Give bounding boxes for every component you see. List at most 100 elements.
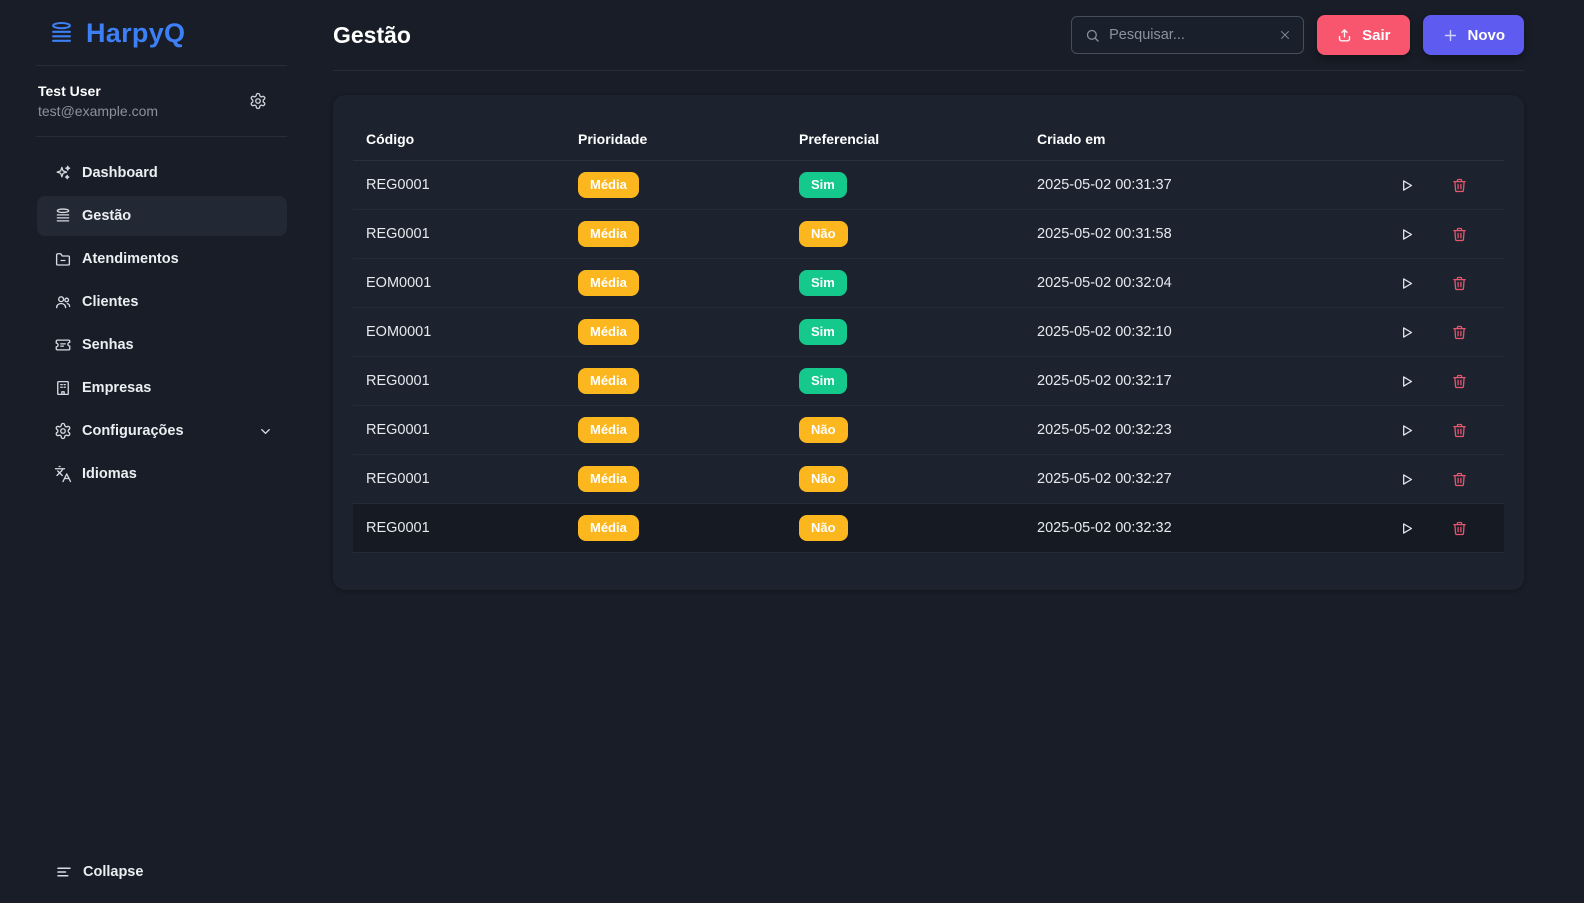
codigo-cell: REG0001: [353, 177, 565, 193]
play-icon: [1398, 275, 1415, 292]
users-icon: [54, 293, 72, 311]
preferencial-cell: Não: [786, 417, 1024, 443]
play-button[interactable]: [1398, 324, 1415, 341]
delete-button[interactable]: [1451, 471, 1468, 488]
table-row[interactable]: REG0001 Média Não 2025-05-02 00:32:32: [353, 504, 1504, 553]
column-header-criado-em: Criado em: [1024, 131, 1392, 147]
sidebar-item-dashboard[interactable]: Dashboard: [37, 153, 287, 193]
prioridade-cell: Média: [565, 417, 786, 443]
play-icon: [1398, 226, 1415, 243]
delete-button[interactable]: [1451, 520, 1468, 537]
user-section: Test User test@example.com: [0, 66, 287, 136]
sidebar-nav: Dashboard Gestão Atendimentos Clientes S…: [0, 137, 287, 863]
play-icon: [1398, 324, 1415, 341]
sidebar-item-label: Dashboard: [82, 165, 158, 181]
preferencial-cell: Sim: [786, 172, 1024, 198]
table-row[interactable]: REG0001 Média Não 2025-05-02 00:31:58: [353, 210, 1504, 259]
page-title: Gestão: [333, 22, 411, 49]
user-name: Test User: [38, 83, 158, 99]
delete-button[interactable]: [1451, 275, 1468, 292]
preferencial-cell: Sim: [786, 319, 1024, 345]
user-settings-button[interactable]: [249, 92, 267, 110]
new-label: Novo: [1468, 27, 1506, 44]
criado-em-cell: 2025-05-02 00:32:23: [1024, 422, 1392, 438]
prioridade-cell: Média: [565, 368, 786, 394]
column-header-codigo: Código: [353, 131, 565, 147]
row-actions: [1392, 226, 1504, 243]
play-button[interactable]: [1398, 177, 1415, 194]
sidebar-item-senhas[interactable]: Senhas: [37, 325, 287, 365]
search-clear-button[interactable]: [1278, 28, 1292, 42]
logout-upload-icon: [1336, 27, 1353, 44]
trash-icon: [1451, 373, 1468, 390]
delete-button[interactable]: [1451, 373, 1468, 390]
sidebar-item-empresas[interactable]: Empresas: [37, 368, 287, 408]
prioridade-cell: Média: [565, 466, 786, 492]
play-button[interactable]: [1398, 471, 1415, 488]
codigo-cell: REG0001: [353, 471, 565, 487]
table-row[interactable]: REG0001 Média Sim 2025-05-02 00:31:37: [353, 161, 1504, 210]
delete-button[interactable]: [1451, 226, 1468, 243]
row-actions: [1392, 177, 1504, 194]
codigo-cell: EOM0001: [353, 324, 565, 340]
table-row[interactable]: REG0001 Média Sim 2025-05-02 00:32:17: [353, 357, 1504, 406]
sidebar-item-configuracoes[interactable]: Configurações: [37, 411, 287, 451]
sidebar-item-clientes[interactable]: Clientes: [37, 282, 287, 322]
sidebar-item-label: Atendimentos: [82, 251, 179, 267]
preferencial-badge: Sim: [799, 368, 847, 394]
prioridade-badge: Média: [578, 319, 639, 345]
trash-icon: [1451, 324, 1468, 341]
trash-icon: [1451, 226, 1468, 243]
prioridade-badge: Média: [578, 368, 639, 394]
sidebar-item-label: Idiomas: [82, 466, 137, 482]
play-button[interactable]: [1398, 226, 1415, 243]
sparkles-icon: [54, 164, 72, 182]
collapse-button[interactable]: Collapse: [0, 863, 287, 903]
sidebar-item-atendimentos[interactable]: Atendimentos: [37, 239, 287, 279]
preferencial-badge: Sim: [799, 270, 847, 296]
table-row[interactable]: EOM0001 Média Sim 2025-05-02 00:32:04: [353, 259, 1504, 308]
table-row[interactable]: REG0001 Média Não 2025-05-02 00:32:23: [353, 406, 1504, 455]
preferencial-badge: Sim: [799, 319, 847, 345]
logout-button[interactable]: Sair: [1317, 15, 1409, 55]
trash-icon: [1451, 422, 1468, 439]
play-button[interactable]: [1398, 373, 1415, 390]
table-row[interactable]: EOM0001 Média Sim 2025-05-02 00:32:10: [353, 308, 1504, 357]
column-header-preferencial: Preferencial: [786, 131, 1024, 147]
new-button[interactable]: Novo: [1423, 15, 1525, 55]
play-icon: [1398, 177, 1415, 194]
play-icon: [1398, 422, 1415, 439]
row-actions: [1392, 471, 1504, 488]
logo-text: HarpyQ: [86, 18, 185, 49]
criado-em-cell: 2025-05-02 00:32:10: [1024, 324, 1392, 340]
delete-button[interactable]: [1451, 422, 1468, 439]
prioridade-cell: Média: [565, 270, 786, 296]
sidebar: HarpyQ Test User test@example.com Dashbo…: [0, 0, 287, 903]
languages-icon: [54, 465, 72, 483]
queue-icon: [54, 207, 72, 225]
gear-icon: [54, 422, 72, 440]
codigo-cell: EOM0001: [353, 275, 565, 291]
table-row[interactable]: REG0001 Média Não 2025-05-02 00:32:27: [353, 455, 1504, 504]
delete-button[interactable]: [1451, 177, 1468, 194]
play-button[interactable]: [1398, 275, 1415, 292]
sidebar-item-label: Senhas: [82, 337, 134, 353]
criado-em-cell: 2025-05-02 00:32:32: [1024, 520, 1392, 536]
preferencial-badge: Sim: [799, 172, 847, 198]
trash-icon: [1451, 177, 1468, 194]
folder-minus-icon: [54, 250, 72, 268]
delete-button[interactable]: [1451, 324, 1468, 341]
logo[interactable]: HarpyQ: [0, 0, 287, 65]
prioridade-cell: Média: [565, 221, 786, 247]
play-button[interactable]: [1398, 520, 1415, 537]
sidebar-item-idiomas[interactable]: Idiomas: [37, 454, 287, 494]
sidebar-item-gestao[interactable]: Gestão: [37, 196, 287, 236]
play-button[interactable]: [1398, 422, 1415, 439]
close-icon: [1278, 28, 1292, 42]
trash-icon: [1451, 520, 1468, 537]
search-input[interactable]: [1109, 27, 1269, 43]
gear-icon: [249, 92, 267, 110]
row-actions: [1392, 422, 1504, 439]
prioridade-badge: Média: [578, 172, 639, 198]
play-icon: [1398, 373, 1415, 390]
